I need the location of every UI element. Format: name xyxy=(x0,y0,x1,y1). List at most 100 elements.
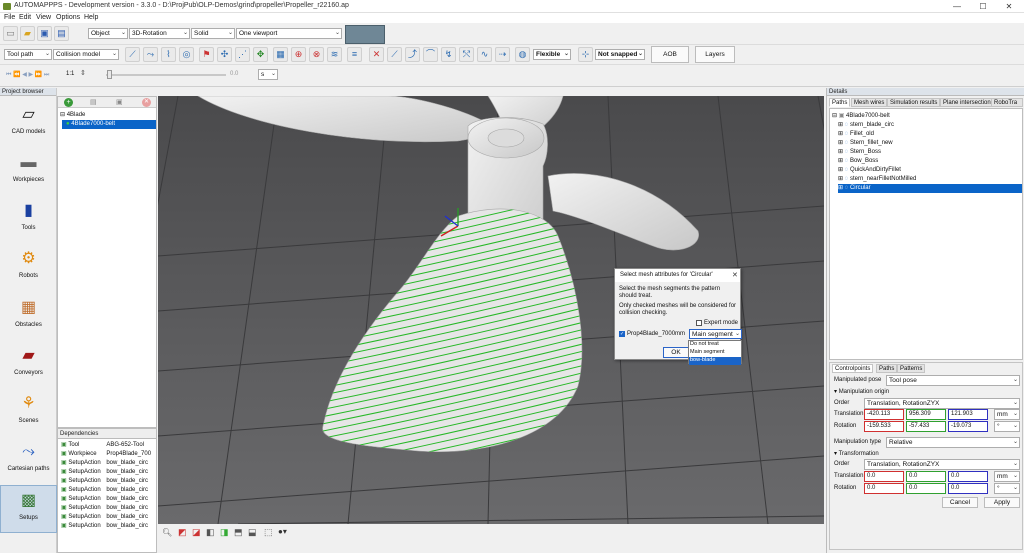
translation-unit-select[interactable]: mm ⌄ xyxy=(994,409,1020,420)
tab-paths[interactable]: Paths xyxy=(829,98,851,107)
dependency-row[interactable]: ▣ Tool ABG-652-Tool xyxy=(61,441,144,450)
collision-model-select[interactable]: Collision model ⌄ xyxy=(53,49,119,60)
path-tree-item[interactable]: ⊞ ◌ stern_blade_circ xyxy=(838,121,894,130)
expert-mode-checkbox[interactable] xyxy=(696,320,702,326)
tab-patterns[interactable]: Patterns xyxy=(897,364,926,373)
path-tool-21-icon[interactable]: ⇢ xyxy=(495,47,510,62)
tool-path-select[interactable]: Tool path ⌄ xyxy=(4,49,52,60)
category-robots[interactable]: ⚙ Robots xyxy=(0,244,57,292)
mesh-checkbox[interactable]: ✓ xyxy=(619,331,625,337)
dependency-row[interactable]: ▣ SetupAction bow_blade_circ xyxy=(61,468,148,477)
zoom-icon[interactable]: 🔍︎ xyxy=(162,528,172,537)
path-tool-1-icon[interactable]: ⟋ xyxy=(125,47,140,62)
tab-controlpoints[interactable]: Controlpoints xyxy=(832,364,874,373)
translation2-unit-select[interactable]: mm ⌄ xyxy=(994,471,1020,482)
manipulation-type-select[interactable]: Relative ⌄ xyxy=(886,437,1020,448)
option-bow-blade[interactable]: bow-blade xyxy=(689,357,741,365)
category-setups[interactable]: ▩ Setups xyxy=(0,485,57,533)
viewport-preview-icon[interactable] xyxy=(345,25,385,44)
manipulation-origin-section[interactable]: ▾ Manipulation origin xyxy=(834,388,889,395)
view-right-icon[interactable]: ◨ xyxy=(220,527,229,538)
object-mode-select[interactable]: Object ⌄ xyxy=(88,28,128,39)
menu-view[interactable]: View xyxy=(36,13,51,23)
translation-x-field[interactable]: -420.113 xyxy=(864,409,904,420)
view-iso-icon[interactable]: ⬚ xyxy=(264,527,273,538)
transformation-section[interactable]: ▾ Transformation xyxy=(834,450,879,457)
menu-file[interactable]: File xyxy=(4,13,15,23)
snap-select[interactable]: Not snapped ⌄ xyxy=(595,49,645,60)
rotation-unit-select[interactable]: ° ⌄ xyxy=(994,421,1020,432)
path-tool-2-icon[interactable]: ⤳ xyxy=(143,47,158,62)
path-tool-8-icon[interactable]: ✥ xyxy=(253,47,268,62)
tab-simulation-results[interactable]: Simulation results xyxy=(887,98,941,107)
category-conveyors[interactable]: ▰ Conveyors xyxy=(0,341,57,389)
translation-y-field[interactable]: 956.309 xyxy=(906,409,946,420)
save-as-icon[interactable]: ▤ xyxy=(54,26,69,41)
tab-robotra[interactable]: RoboTra xyxy=(991,98,1023,107)
path-tool-18-icon[interactable]: ↯ xyxy=(441,47,456,62)
path-tool-9-icon[interactable]: ▦ xyxy=(273,47,288,62)
add-icon[interactable]: + xyxy=(64,98,73,107)
dependency-row[interactable]: ▣ SetupAction bow_blade_circ xyxy=(61,486,148,495)
category-obstacles[interactable]: ▦ Obstacles xyxy=(0,293,57,341)
category-scenes[interactable]: ⚘ Scenes xyxy=(0,389,57,437)
manipulated-pose-select[interactable]: Tool pose ⌄ xyxy=(886,375,1020,386)
paths-tree-root[interactable]: ⊟ ▣ 4Blade7000-belt xyxy=(832,112,890,121)
path-tool-17-icon[interactable]: ⌒ xyxy=(423,47,438,62)
menu-edit[interactable]: Edit xyxy=(19,13,31,23)
maximize-button[interactable]: ☐ xyxy=(970,0,996,13)
delete-icon[interactable]: ✕ xyxy=(142,98,151,107)
dependency-row[interactable]: ▣ SetupAction bow_blade_circ xyxy=(61,459,148,468)
path-tool-11-icon[interactable]: ⊗ xyxy=(309,47,324,62)
category-cartesian-paths[interactable]: ⤳ Cartesian paths xyxy=(0,437,57,485)
path-tool-7-icon[interactable]: ⋰ xyxy=(235,47,250,62)
option-do-not-treat[interactable]: Do not treat xyxy=(689,341,741,349)
view-top-icon[interactable]: ⬒ xyxy=(234,527,243,538)
ok-button[interactable]: OK xyxy=(663,347,689,358)
path-tree-item[interactable]: ⊞ ◌ Stern_fillet_new xyxy=(838,139,893,148)
tab-cp-paths[interactable]: Paths xyxy=(876,364,898,373)
timeline-slider-handle[interactable] xyxy=(107,70,112,79)
rotation2-unit-select[interactable]: ° ⌄ xyxy=(994,483,1020,494)
view-left-icon[interactable]: ◧ xyxy=(206,527,215,538)
camera-options-icon[interactable]: ●▾ xyxy=(278,527,287,536)
path-tool-6-icon[interactable]: ✣ xyxy=(217,47,232,62)
timeline-track[interactable] xyxy=(106,74,226,76)
viewport-mode-select[interactable]: One viewport ⌄ xyxy=(236,28,342,39)
path-tree-item[interactable]: ⊞ ◌ Stern_Boss xyxy=(838,148,881,157)
dependency-row[interactable]: ▣ SetupAction bow_blade_circ xyxy=(61,477,148,486)
dependency-row[interactable]: ▣ SetupAction bow_blade_circ xyxy=(61,513,148,522)
flexible-select[interactable]: Flexible ⌄ xyxy=(533,49,571,60)
new-file-icon[interactable]: ▭ xyxy=(3,26,18,41)
view-back-icon[interactable]: ◪ xyxy=(192,527,201,538)
category-tools[interactable]: ▮ Tools xyxy=(0,196,57,244)
path-tool-14-icon[interactable]: ✕ xyxy=(369,47,384,62)
path-tool-16-icon[interactable]: ⤴ xyxy=(405,47,420,62)
path-tree-item[interactable]: ⊞ ◌ Circular xyxy=(838,184,1022,193)
cancel-button[interactable]: Cancel xyxy=(942,497,978,508)
tree-item-selected[interactable]: ● 4Blade7000-belt xyxy=(62,120,156,129)
path-tool-10-icon[interactable]: ⊕ xyxy=(291,47,306,62)
save-setup-icon[interactable]: ▣ xyxy=(116,98,123,106)
playback-controls-icon[interactable]: ⏮ ⏪ ◀ ▶ ⏩ ⏭ xyxy=(6,71,49,79)
minimize-button[interactable]: — xyxy=(944,0,970,13)
rotation2-z-field[interactable]: 0.0 xyxy=(948,483,988,494)
translation2-x-field[interactable]: 0.0 xyxy=(864,471,904,482)
rotation-mode-select[interactable]: 3D-Rotation ⌄ xyxy=(129,28,190,39)
tree-item-root[interactable]: ⊟ 4Blade xyxy=(60,111,85,120)
snap-icon[interactable]: ⊹ xyxy=(578,47,593,62)
rotation2-x-field[interactable]: 0.0 xyxy=(864,483,904,494)
path-tool-5-icon[interactable]: ⚑ xyxy=(199,47,214,62)
dependency-row[interactable]: ▣ Workpiece Prop4Blade_700 xyxy=(61,450,151,459)
time-unit-select[interactable]: s ⌄ xyxy=(258,69,278,80)
path-tool-13-icon[interactable]: ≡ xyxy=(347,47,362,62)
rotation2-y-field[interactable]: 0.0 xyxy=(906,483,946,494)
menu-options[interactable]: Options xyxy=(56,13,80,23)
render-mode-select[interactable]: Solid ⌄ xyxy=(191,28,235,39)
menu-help[interactable]: Help xyxy=(84,13,98,23)
option-main-segment[interactable]: Main segment xyxy=(689,349,741,357)
dependency-row[interactable]: ▣ SetupAction bow_blade_circ xyxy=(61,504,148,513)
category-workpieces[interactable]: ▬ Workpieces xyxy=(0,148,57,196)
path-tool-12-icon[interactable]: ≋ xyxy=(327,47,342,62)
translation-z-field[interactable]: 121.903 xyxy=(948,409,988,420)
